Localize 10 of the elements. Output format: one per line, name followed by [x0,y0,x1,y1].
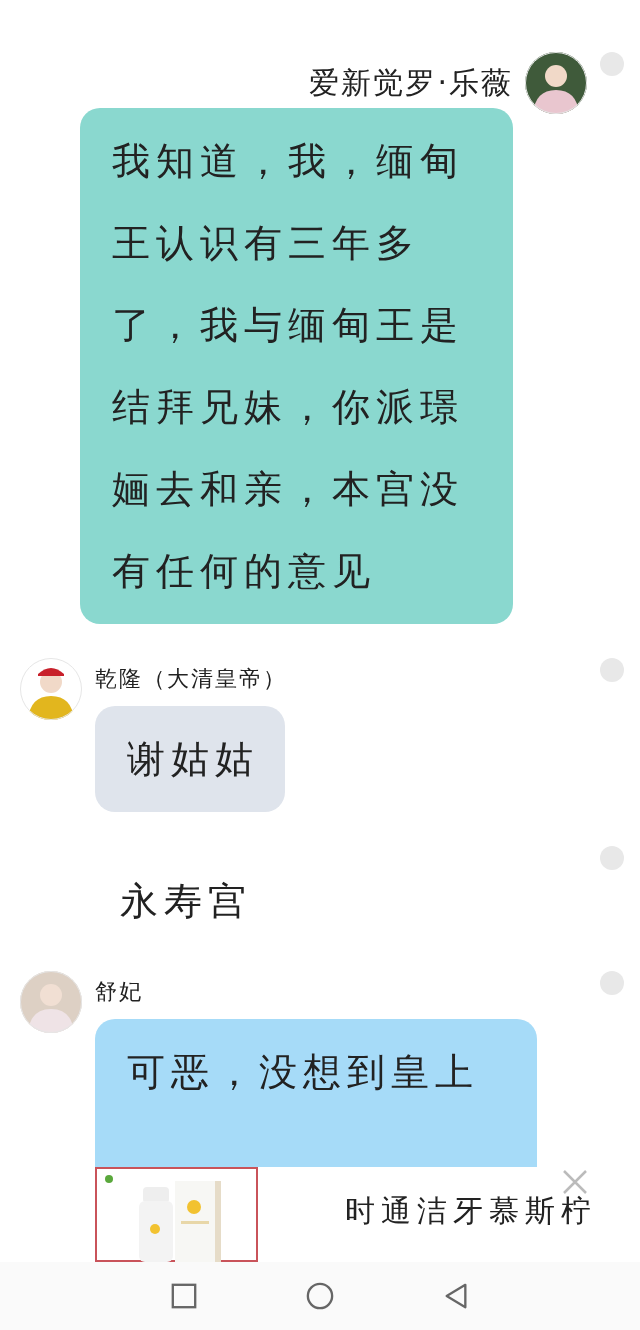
sender-name: 爱新觉罗·乐薇 [309,63,513,102]
sender-name: 乾隆（大清皇帝） [95,665,287,693]
close-icon[interactable] [562,1169,588,1195]
message-bubble: 谢姑姑 [95,706,285,812]
sender-name: 舒妃 [95,978,144,1006]
avatar [20,658,82,720]
home-icon[interactable] [306,1282,334,1310]
recents-icon[interactable] [170,1282,198,1310]
message-bubble: 我知道，我，缅甸王认识有三年多了，我与缅甸王是结拜兄妹，你派璟婳去和亲，本宫没有任何的意见 [80,108,513,624]
notice-text: 永寿宫 [120,879,252,923]
